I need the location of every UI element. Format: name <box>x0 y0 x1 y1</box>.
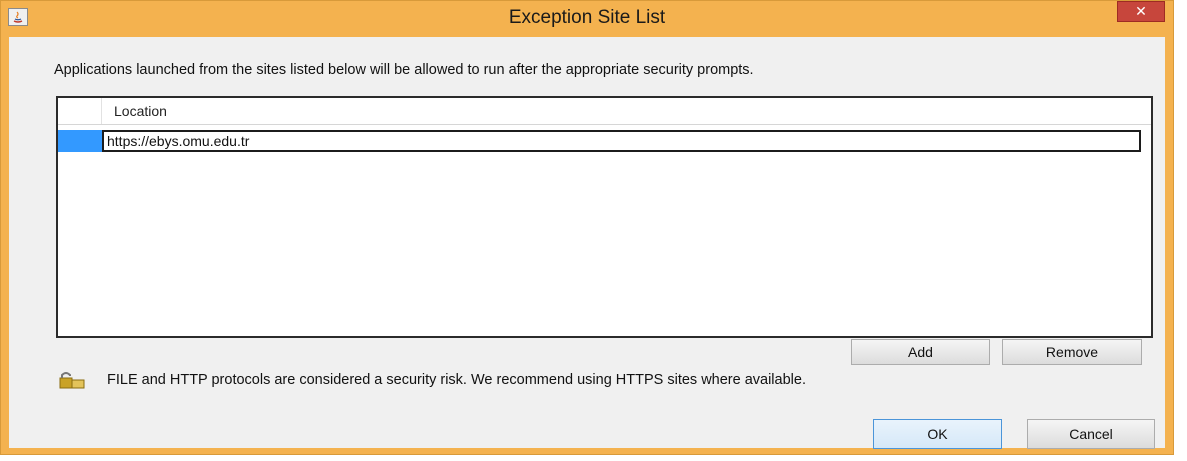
site-list-table[interactable]: Location <box>56 96 1153 338</box>
ok-button[interactable]: OK <box>873 419 1002 449</box>
close-button[interactable]: ✕ <box>1117 1 1165 22</box>
location-edit-field[interactable] <box>102 130 1141 152</box>
remove-button[interactable]: Remove <box>1002 339 1142 365</box>
row-selector[interactable] <box>58 130 102 152</box>
lock-icon <box>59 371 85 389</box>
warning-text: FILE and HTTP protocols are considered a… <box>107 372 806 388</box>
title-bar[interactable]: Exception Site List ✕ <box>1 1 1173 37</box>
location-column-header[interactable]: Location <box>114 103 167 119</box>
cancel-button[interactable]: Cancel <box>1027 419 1155 449</box>
table-header: Location <box>58 98 1151 125</box>
add-button[interactable]: Add <box>851 339 990 365</box>
description-text: Applications launched from the sites lis… <box>54 62 754 78</box>
row-number-header <box>58 98 102 124</box>
window-title: Exception Site List <box>508 7 666 28</box>
exception-site-list-dialog: Exception Site List ✕ Applications launc… <box>0 0 1174 455</box>
table-row[interactable] <box>58 130 1151 152</box>
dialog-body: Applications launched from the sites lis… <box>9 37 1165 449</box>
